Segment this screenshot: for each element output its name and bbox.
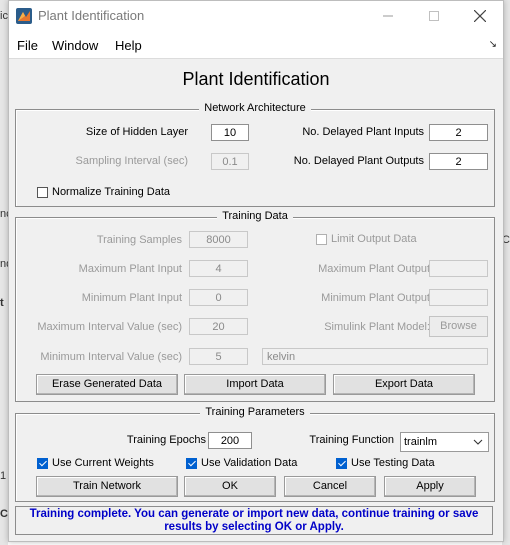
chevron-down-icon bbox=[473, 433, 483, 457]
close-button[interactable] bbox=[457, 1, 503, 31]
training-data-panel: Training Data Training Samples Maximum P… bbox=[15, 210, 495, 402]
delayed-inputs-label: No. Delayed Plant Inputs bbox=[302, 126, 424, 138]
background-text: ic bbox=[0, 10, 8, 22]
use-current-weights-checkbox[interactable]: Use Current Weights bbox=[37, 457, 154, 469]
background-text: C bbox=[0, 508, 8, 520]
use-testing-checkbox[interactable]: Use Testing Data bbox=[336, 457, 435, 469]
panel-title: Training Data bbox=[217, 210, 293, 222]
background-window-left bbox=[0, 0, 8, 545]
use-current-weights-label: Use Current Weights bbox=[52, 457, 154, 469]
training-samples-label: Training Samples bbox=[96, 234, 182, 246]
training-function-label: Training Function bbox=[309, 434, 394, 446]
training-samples-input bbox=[189, 231, 248, 248]
apply-button[interactable]: Apply bbox=[384, 476, 476, 497]
ok-button[interactable]: OK bbox=[184, 476, 276, 497]
panel-title: Network Architecture bbox=[199, 102, 311, 114]
background-text: 1 bbox=[0, 470, 7, 482]
normalize-checkbox[interactable]: Normalize Training Data bbox=[37, 186, 170, 198]
maximize-icon bbox=[429, 11, 439, 21]
use-testing-label: Use Testing Data bbox=[351, 457, 435, 469]
max-plant-output-label: Maximum Plant Output bbox=[318, 263, 430, 275]
menu-file[interactable]: File bbox=[17, 38, 38, 53]
training-function-dropdown[interactable]: trainlm bbox=[400, 432, 489, 452]
cancel-button[interactable]: Cancel bbox=[284, 476, 376, 497]
max-interval-label: Maximum Interval Value (sec) bbox=[37, 321, 182, 333]
simulink-model-field bbox=[262, 348, 488, 365]
simulink-model-label: Simulink Plant Model: bbox=[324, 321, 430, 333]
title-bar: Plant Identification bbox=[9, 1, 503, 31]
delayed-outputs-input[interactable] bbox=[429, 153, 488, 170]
training-epochs-input[interactable] bbox=[208, 432, 252, 449]
panel-title: Training Parameters bbox=[200, 406, 310, 418]
sampling-interval-label: Sampling Interval (sec) bbox=[75, 155, 189, 167]
menu-window[interactable]: Window bbox=[52, 38, 98, 53]
checkbox-checked-icon bbox=[186, 457, 197, 469]
delayed-inputs-input[interactable] bbox=[429, 124, 488, 141]
erase-generated-data-button[interactable]: Erase Generated Data bbox=[36, 374, 178, 395]
max-interval-field bbox=[189, 318, 248, 335]
browse-button: Browse bbox=[429, 316, 488, 337]
min-plant-output-field bbox=[429, 289, 488, 306]
page-title: Plant Identification bbox=[182, 69, 330, 89]
min-interval-field bbox=[189, 348, 248, 365]
use-validation-label: Use Validation Data bbox=[201, 457, 298, 469]
minimize-icon bbox=[383, 15, 393, 17]
plant-identification-window: Plant Identification File Window Help ↘ … bbox=[8, 0, 504, 542]
checkbox-checked-icon bbox=[336, 457, 347, 469]
window-title: Plant Identification bbox=[38, 8, 145, 23]
checkbox-checked-icon bbox=[37, 457, 48, 469]
limit-output-label: Limit Output Data bbox=[331, 233, 417, 245]
training-function-value: trainlm bbox=[404, 436, 438, 448]
training-epochs-label: Training Epochs bbox=[126, 434, 206, 446]
minimize-button[interactable] bbox=[365, 1, 411, 31]
close-icon bbox=[474, 10, 486, 22]
background-text: t bbox=[0, 297, 4, 309]
max-plant-output-field bbox=[429, 260, 488, 277]
checkbox-icon bbox=[37, 186, 48, 198]
min-interval-label: Minimum Interval Value (sec) bbox=[40, 351, 182, 363]
hidden-layer-input[interactable] bbox=[211, 124, 249, 141]
normalize-label: Normalize Training Data bbox=[52, 186, 170, 198]
max-plant-input-label: Maximum Plant Input bbox=[78, 263, 182, 275]
training-parameters-panel: Training Parameters Training Epochs Trai… bbox=[15, 406, 495, 502]
min-plant-input-field bbox=[189, 289, 248, 306]
matlab-icon bbox=[16, 8, 32, 24]
delayed-outputs-label: No. Delayed Plant Outputs bbox=[293, 155, 424, 167]
hidden-layer-label: Size of Hidden Layer bbox=[85, 126, 188, 138]
network-architecture-panel: Network Architecture Size of Hidden Laye… bbox=[15, 102, 495, 207]
menu-bar: File Window Help ↘ bbox=[9, 31, 503, 59]
train-network-button[interactable]: Train Network bbox=[36, 476, 178, 497]
max-plant-input-field bbox=[189, 260, 248, 277]
limit-output-checkbox: Limit Output Data bbox=[316, 233, 417, 245]
min-plant-output-label: Minimum Plant Output bbox=[321, 292, 430, 304]
import-data-button[interactable]: Import Data bbox=[184, 374, 326, 395]
checkbox-icon bbox=[316, 233, 327, 245]
menu-help[interactable]: Help bbox=[115, 38, 142, 53]
sampling-interval-input bbox=[211, 153, 249, 170]
maximize-button[interactable] bbox=[411, 1, 457, 31]
dock-arrow-icon[interactable]: ↘ bbox=[489, 39, 497, 50]
min-plant-input-label: Minimum Plant Input bbox=[81, 292, 182, 304]
export-data-button[interactable]: Export Data bbox=[333, 374, 475, 395]
use-validation-checkbox[interactable]: Use Validation Data bbox=[186, 457, 297, 469]
status-message: Training complete. You can generate or i… bbox=[15, 506, 493, 535]
